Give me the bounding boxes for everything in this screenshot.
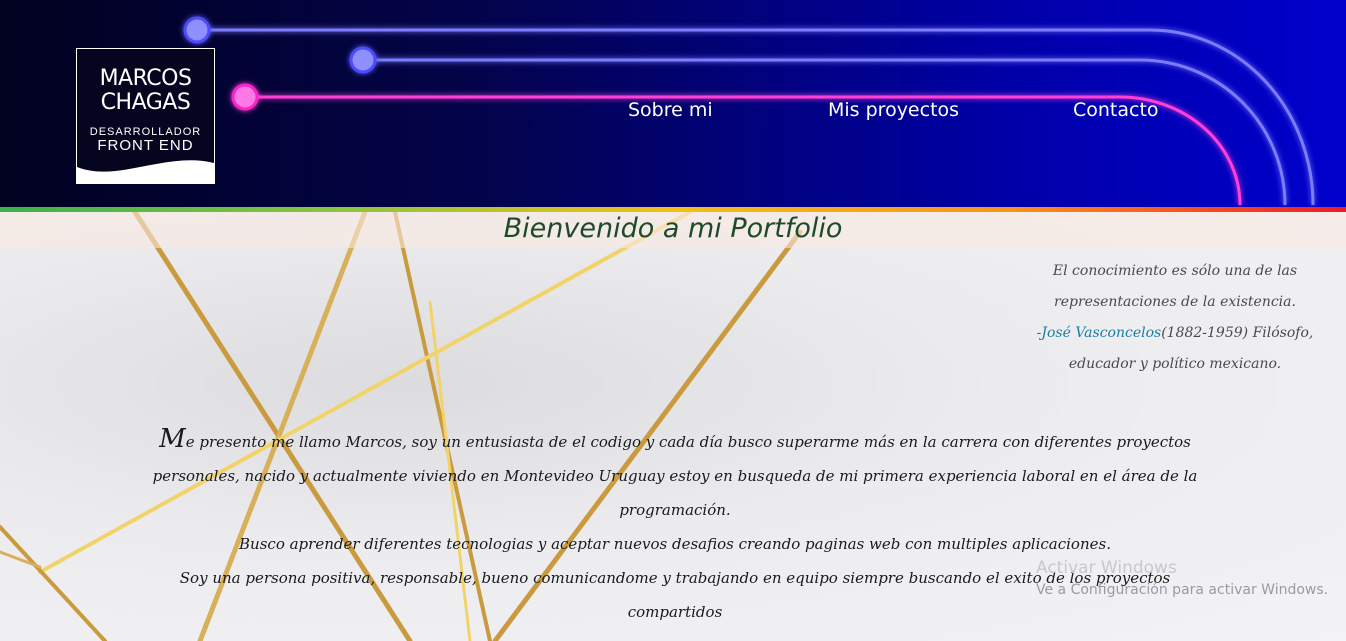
quote-author-link[interactable]: José Vasconcelos	[1041, 325, 1161, 341]
site-logo[interactable]: MARCOS CHAGAS DESARROLLADOR FRONT END	[76, 48, 215, 184]
quote-line4: educador y político mexicano.	[1068, 356, 1282, 372]
quote-author: -José Vasconcelos(1882-1959) Filósofo,	[1030, 318, 1320, 349]
logo-name-line1: MARCOS	[99, 66, 192, 91]
quote-line1: El conocimiento es sólo una de las	[1052, 263, 1298, 279]
quote-line2: representaciones de la existencia.	[1054, 294, 1296, 310]
quote-author-detail: (1882-1959) Filósofo,	[1161, 325, 1314, 341]
quote-block: El conocimiento es sólo una de las repre…	[1030, 256, 1320, 380]
neon-dot-icon	[231, 83, 259, 111]
nav-link-contact[interactable]: Contacto	[1073, 99, 1159, 121]
nav-link-about[interactable]: Sobre mi	[628, 99, 713, 121]
nav-link-projects[interactable]: Mis proyectos	[828, 99, 959, 121]
bio-paragraph-1-text: e presento me llamo Marcos, soy un entus…	[152, 433, 1198, 519]
neon-dot-icon	[349, 46, 377, 74]
watermark-line2: Ve a Configuración para activar Windows.	[1036, 582, 1329, 598]
neon-dot-icon	[183, 16, 211, 44]
site-header: MARCOS CHAGAS DESARROLLADOR FRONT END So…	[0, 0, 1346, 207]
logo-subtitle-line2: FRONT END	[97, 137, 194, 154]
bio-drop-cap: M	[159, 424, 186, 454]
watermark-line1: Activar Windows	[1036, 558, 1177, 578]
bio-paragraph-2: Busco aprender diferentes tecnologias y …	[239, 535, 1111, 553]
logo-wave-icon	[77, 160, 214, 183]
bio-paragraph-1: Me presento me llamo Marcos, soy un entu…	[150, 422, 1200, 527]
logo-name-line2: CHAGAS	[100, 90, 191, 115]
os-activation-watermark: Activar Windows Ve a Configuración para …	[1036, 558, 1328, 598]
page-title: Bienvenido a mi Portfolio	[503, 213, 843, 244]
